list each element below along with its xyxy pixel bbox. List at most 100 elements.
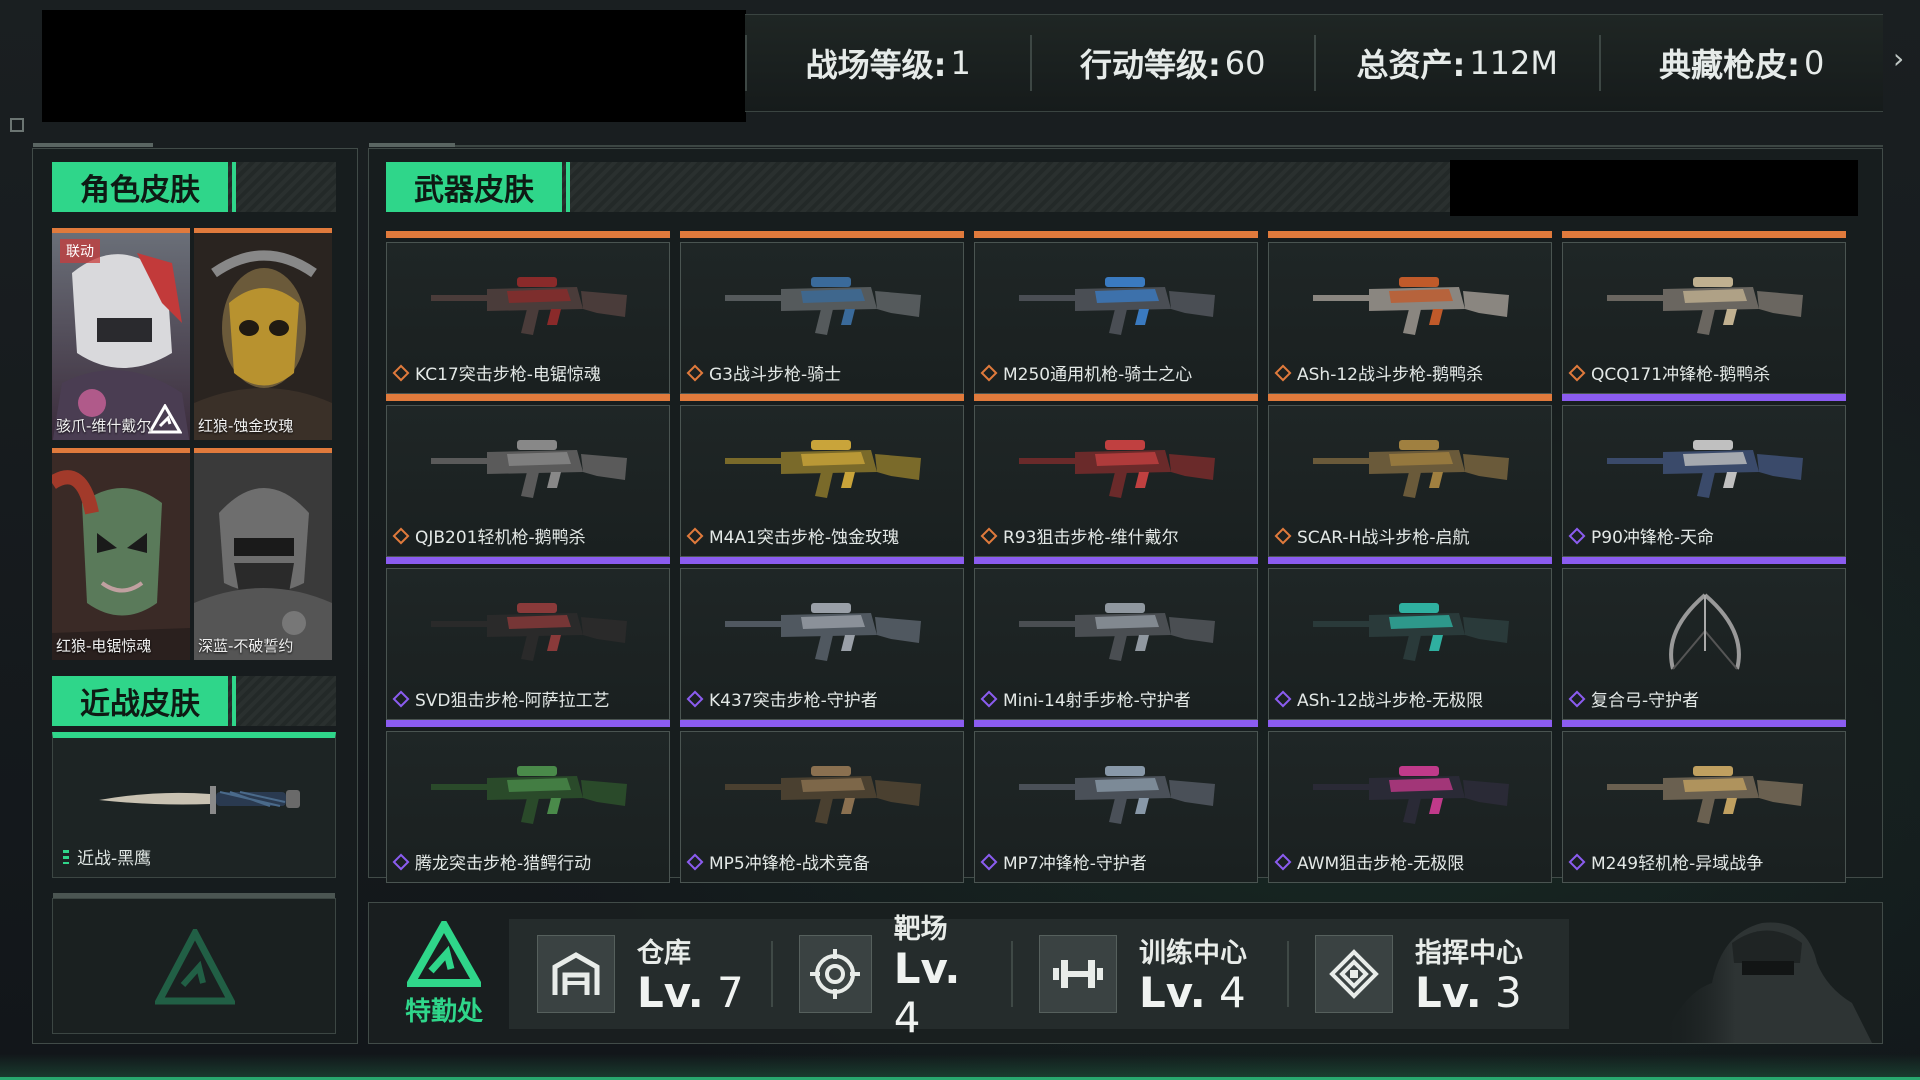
weapon-skin-card[interactable]: ASh-12战斗步枪-鹅鸭杀	[1268, 231, 1552, 394]
weapon-skin-label: M249轻机枪-异域战争	[1591, 854, 1764, 874]
facility-command-center[interactable]: 指挥中心 Lv. 3	[1287, 919, 1569, 1029]
facility-name: 训练中心	[1139, 938, 1247, 969]
weapon-skin-card[interactable]: G3战斗步枪-骑士	[680, 231, 964, 394]
rarity-bar	[1268, 720, 1552, 727]
weapon-image	[1607, 440, 1803, 498]
warehouse-icon	[537, 935, 615, 1013]
weapon-skin-card[interactable]: M249轻机枪-异域战争	[1562, 720, 1846, 883]
weapon-skin-label: QJB201轻机枪-鹅鸭杀	[415, 528, 586, 548]
weapon-image	[1019, 440, 1215, 498]
weapon-skin-card[interactable]: KC17突击步枪-电锯惊魂	[386, 231, 670, 394]
melee-skins-header: 近战皮肤	[52, 676, 336, 726]
redacted-profile-area	[42, 10, 746, 122]
rarity-bar	[680, 394, 964, 401]
character-skin-card[interactable]: 深蓝-不破誓约	[194, 448, 332, 660]
weapon-skin-card[interactable]: M4A1突击步枪-蚀金玫瑰	[680, 394, 964, 557]
empty-melee-slot[interactable]	[52, 893, 336, 1034]
stat-battlefield-level: 战场等级: 1	[745, 35, 1030, 91]
weapon-skin-card[interactable]: SVD狙击步枪-阿萨拉工艺	[386, 557, 670, 720]
weapon-image	[1607, 277, 1803, 335]
knife-image	[99, 786, 300, 814]
rarity-diamond-icon	[980, 853, 998, 870]
facility-shooting-range[interactable]: 靶场 Lv. 4	[771, 914, 1011, 1042]
melee-skin-label: 近战-黑鹰	[77, 849, 152, 869]
weapon-skin-label: R93狙击步枪-维什戴尔	[1003, 528, 1179, 548]
facility-training-center[interactable]: 训练中心 Lv. 4	[1011, 919, 1287, 1029]
weapon-skin-card[interactable]: MP7冲锋枪-守护者	[974, 720, 1258, 883]
weapon-image	[725, 440, 921, 498]
weapon-skin-card[interactable]: ASh-12战斗步枪-无极限	[1268, 557, 1552, 720]
weapon-image	[1607, 766, 1803, 824]
facility-warehouse[interactable]: 仓库 Lv. 7	[509, 919, 771, 1029]
weapon-skin-card[interactable]: MP5冲锋枪-战术竞备	[680, 720, 964, 883]
special-agency-button[interactable]: 特勤处	[389, 919, 499, 1029]
target-icon	[799, 935, 872, 1013]
rarity-diamond-icon	[686, 690, 704, 707]
weapon-image	[431, 277, 627, 335]
facility-level: 4	[893, 992, 921, 1042]
rarity-diamond-icon	[1274, 690, 1292, 707]
weapon-image	[431, 440, 627, 498]
weapon-skin-label: SVD狙击步枪-阿萨拉工艺	[415, 691, 610, 711]
weapon-image	[1669, 593, 1741, 670]
weapon-skin-label: P90冲锋枪-天命	[1591, 528, 1715, 548]
weapon-skin-label: 腾龙突击步枪-猎鳄行动	[415, 854, 592, 874]
facility-level: 7	[717, 968, 744, 1017]
weapon-skin-card[interactable]: K437突击步枪-守护者	[680, 557, 964, 720]
character-skin-card[interactable]: 红狼-电锯惊魂	[52, 448, 190, 660]
weapon-skin-label: M4A1突击步枪-蚀金玫瑰	[709, 528, 900, 548]
rarity-diamond-icon	[686, 364, 704, 381]
weapon-skin-card[interactable]: 腾龙突击步枪-猎鳄行动	[386, 720, 670, 883]
rarity-diamond-icon	[980, 527, 998, 544]
rarity-marker-icon	[63, 849, 69, 864]
melee-skin-card[interactable]: 近战-黑鹰	[52, 732, 336, 878]
stats-bar: 战场等级: 1 行动等级: 60 总资产: 112M 典藏枪皮: 0	[745, 14, 1883, 112]
weapon-skin-card[interactable]: P90冲锋枪-天命	[1562, 394, 1846, 557]
character-skins-header: 角色皮肤	[52, 162, 336, 212]
weapon-skin-label: ASh-12战斗步枪-无极限	[1297, 691, 1484, 711]
square-marker-icon	[10, 118, 24, 132]
weapon-skin-card[interactable]: 复合弓-守护者	[1562, 557, 1846, 720]
rarity-diamond-icon	[980, 364, 998, 381]
character-skin-card[interactable]: 联动 骇爪-维什戴尔	[52, 228, 190, 440]
character-skin-card[interactable]: 红狼-蚀金玫瑰	[194, 228, 332, 440]
stat-collection-skins: 典藏枪皮: 0	[1598, 35, 1884, 91]
weapon-image	[1313, 277, 1509, 335]
character-skins-title: 角色皮肤	[52, 162, 236, 212]
weapon-image	[1313, 603, 1509, 661]
dumbbell-icon	[1039, 935, 1117, 1013]
rarity-bar	[386, 394, 670, 401]
character-skin-label: 骇爪-维什戴尔	[56, 417, 152, 435]
rarity-bar	[974, 394, 1258, 401]
rarity-bar	[680, 231, 964, 238]
character-portrait	[194, 233, 332, 440]
character-portrait	[194, 453, 332, 660]
rarity-bar	[974, 231, 1258, 238]
weapon-image	[1019, 603, 1215, 661]
weapon-image	[1313, 440, 1509, 498]
rarity-diamond-icon	[392, 853, 410, 870]
weapon-skin-card[interactable]: M250通用机枪-骑士之心	[974, 231, 1258, 394]
command-icon	[1315, 935, 1393, 1013]
rarity-bar	[1562, 231, 1846, 238]
delta-logo-icon	[148, 404, 182, 434]
character-skin-label: 红狼-蚀金玫瑰	[198, 417, 294, 435]
weapon-skin-label: M250通用机枪-骑士之心	[1003, 365, 1193, 385]
rarity-diamond-icon	[1274, 527, 1292, 544]
weapon-image	[431, 766, 627, 824]
rarity-bar	[680, 557, 964, 564]
weapon-skin-label: SCAR-H战斗步枪-启航	[1297, 528, 1470, 548]
rarity-diamond-icon	[392, 364, 410, 381]
rarity-diamond-icon	[1274, 364, 1292, 381]
weapon-skin-card[interactable]: SCAR-H战斗步枪-启航	[1268, 394, 1552, 557]
chevron-right-icon[interactable]: ›	[1893, 42, 1911, 75]
weapon-image	[725, 766, 921, 824]
weapon-skin-card[interactable]: QCQ171冲锋枪-鹅鸭杀	[1562, 231, 1846, 394]
weapon-skin-card[interactable]: AWM狙击步枪-无极限	[1268, 720, 1552, 883]
weapon-skin-label: AWM狙击步枪-无极限	[1297, 854, 1465, 874]
weapon-skin-card[interactable]: Mini-14射手步枪-守护者	[974, 557, 1258, 720]
weapon-skin-card[interactable]: QJB201轻机枪-鹅鸭杀	[386, 394, 670, 557]
weapon-skin-card[interactable]: R93狙击步枪-维什戴尔	[974, 394, 1258, 557]
rarity-bar	[1562, 720, 1846, 727]
weapon-skin-label: ASh-12战斗步枪-鹅鸭杀	[1297, 365, 1484, 385]
